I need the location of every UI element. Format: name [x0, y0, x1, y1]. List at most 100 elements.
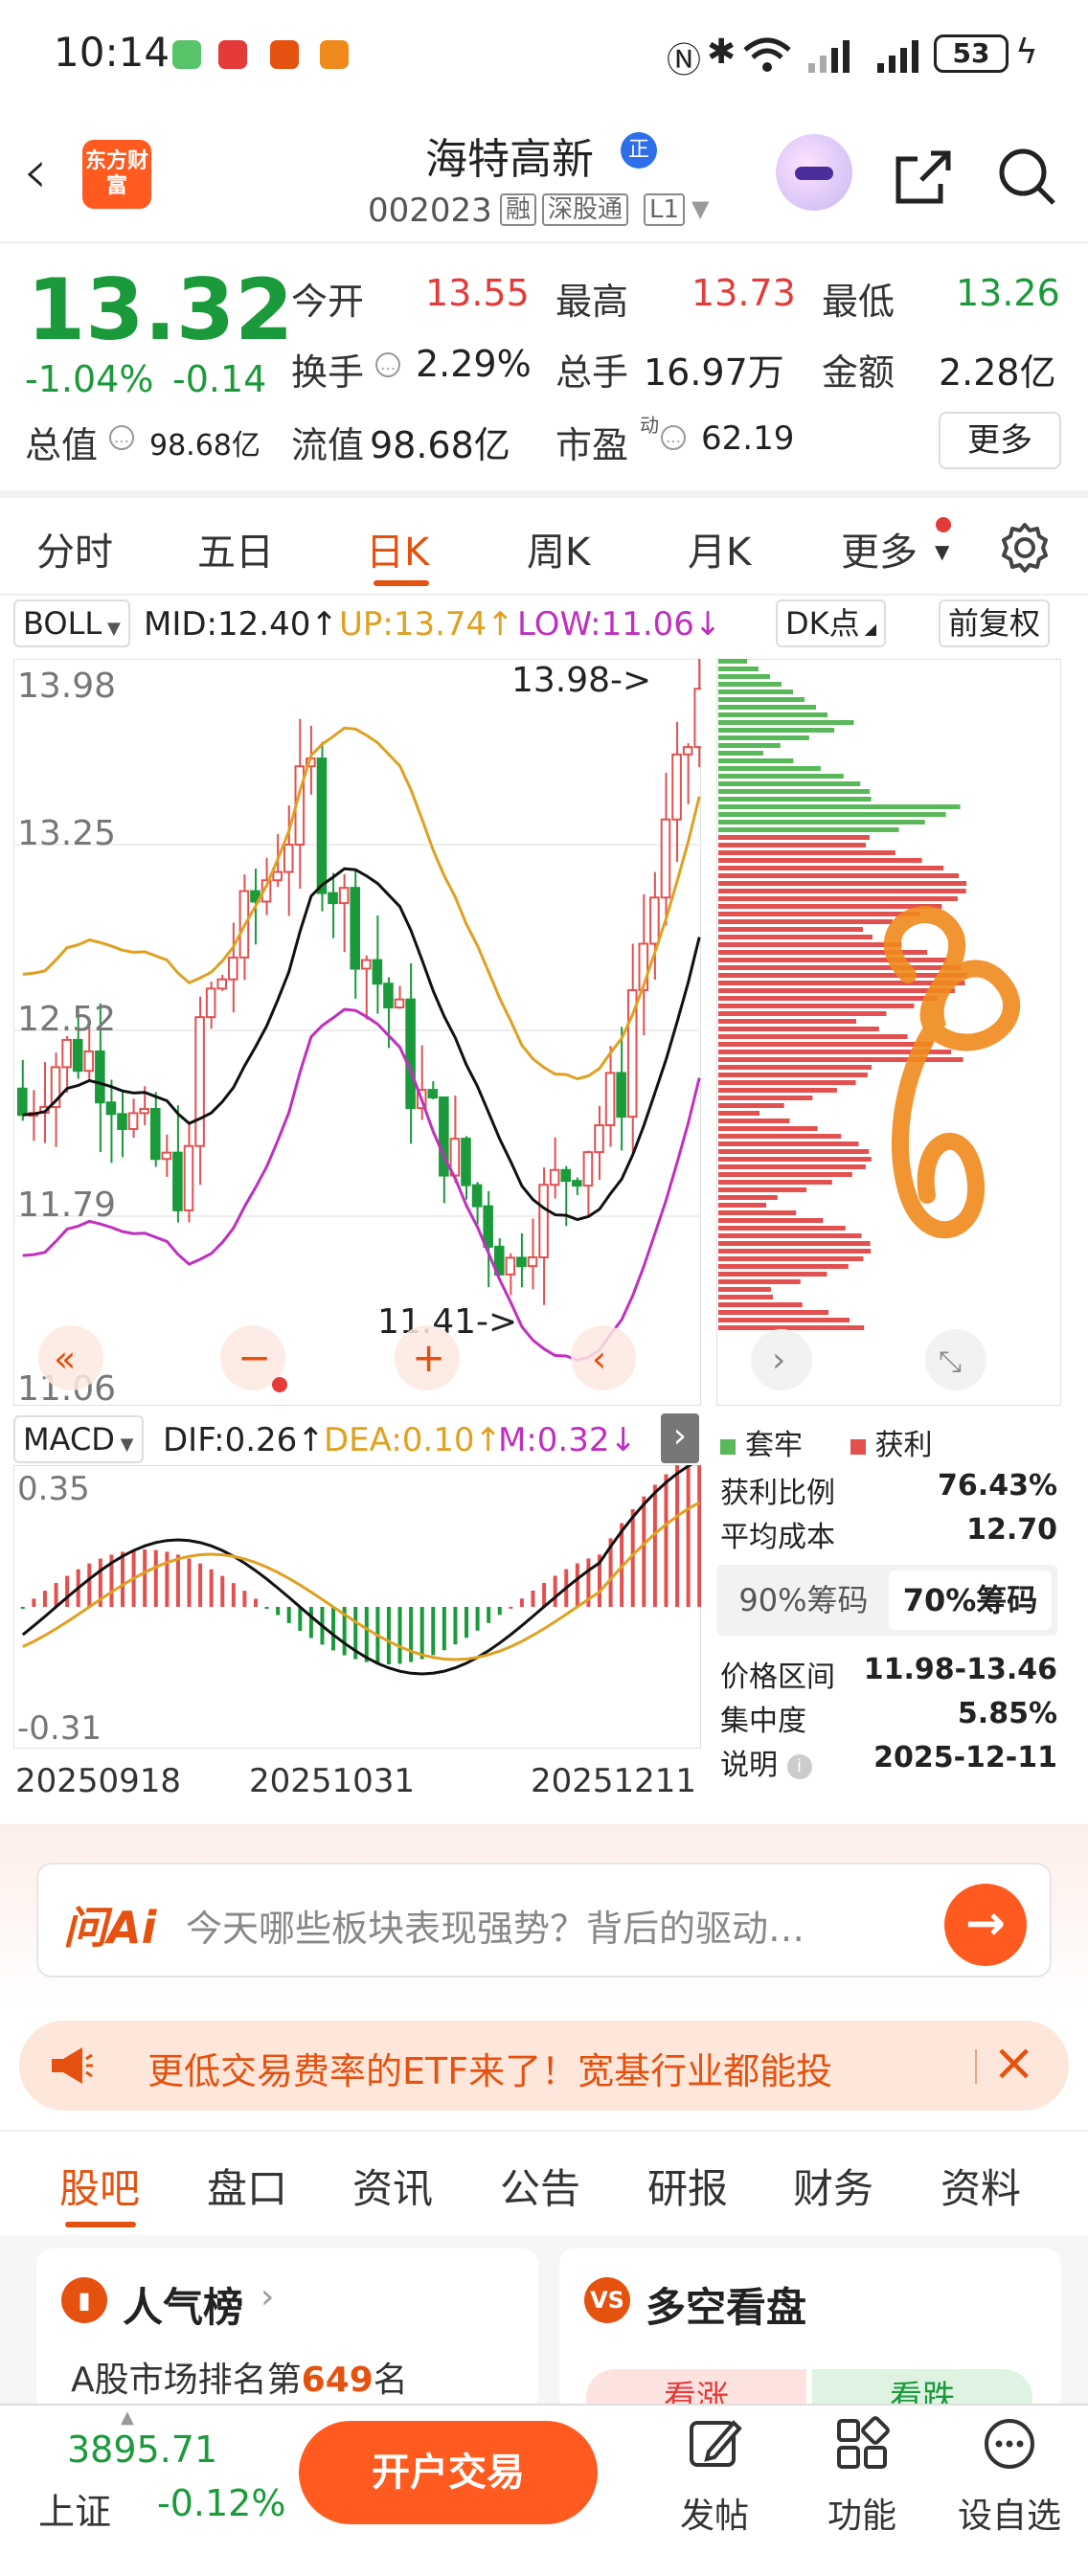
macd-bar — [664, 1474, 669, 1607]
tab-more[interactable]: 更多 — [841, 521, 918, 576]
y-tick: 12.52 — [17, 1000, 116, 1039]
ai-question-input[interactable]: 问Ai 今天哪些板块表现强势？背后的驱动… → — [36, 1863, 1052, 1977]
macd-m: M:0.32↓ — [498, 1421, 637, 1459]
chip-bar — [718, 1004, 915, 1008]
chip-bar — [718, 1111, 760, 1116]
indicator-selector[interactable]: BOLL ▼ — [13, 599, 130, 647]
macd-bar — [165, 1551, 170, 1607]
tab-forum[interactable]: 股吧 — [59, 2157, 140, 2215]
feature-cards: ▮ 人气榜 › A股市场排名第649名 VS 多空看盘 看涨 看跌 — [0, 2235, 1088, 2427]
chip-bar — [718, 1226, 846, 1231]
info-icon[interactable]: i — [786, 1753, 812, 1779]
chip-bar — [718, 1042, 933, 1047]
adjust-button[interactable]: 前复权 — [939, 599, 1051, 647]
chip-bar — [718, 674, 770, 679]
tab-monthly-k[interactable]: 月K — [688, 521, 751, 576]
functions-button[interactable]: 功能 — [805, 2415, 919, 2538]
candle-body — [61, 1038, 72, 1069]
chip-bar — [718, 873, 960, 878]
chip-bar — [718, 774, 844, 779]
candle-body — [538, 1184, 549, 1258]
index-name[interactable]: 上证 — [38, 2482, 111, 2535]
seg-90-button[interactable]: 90%筹码 — [722, 1570, 885, 1630]
more-button[interactable]: 更多 — [939, 412, 1061, 469]
tab-profile[interactable]: 资料 — [941, 2157, 1021, 2215]
dk-point-button[interactable]: DK点 ◢ — [776, 599, 887, 647]
tab-financials[interactable]: 财务 — [793, 2157, 873, 2215]
ai-assistant-avatar[interactable] — [776, 134, 852, 211]
back-icon[interactable]: ‹ — [23, 142, 48, 203]
chip-bar — [718, 1103, 784, 1108]
kline-chart[interactable]: 13.98 13.25 12.52 11.79 11.06 13.98-> 11… — [13, 659, 701, 1406]
legend-trapped: 套牢 — [745, 1429, 803, 1462]
chip-bar — [718, 1218, 824, 1223]
tab-news[interactable]: 资讯 — [352, 2157, 433, 2215]
candle-body — [516, 1256, 527, 1268]
close-icon[interactable]: × — [992, 2032, 1035, 2092]
caret-down-icon: ▼ — [935, 540, 950, 563]
bull-bear-card[interactable]: VS 多空看盘 看涨 看跌 — [559, 2248, 1061, 2427]
tag-margin: 融 — [500, 193, 537, 226]
fullscreen-icon[interactable]: ⤡ — [925, 1329, 986, 1390]
bar-chart-icon: ▮ — [61, 2277, 107, 2323]
candle-body — [161, 1151, 172, 1161]
tab-research[interactable]: 研报 — [647, 2157, 728, 2215]
watchlist-button[interactable]: 设自选 — [952, 2415, 1067, 2538]
tab-announcements[interactable]: 公告 — [500, 2157, 580, 2215]
total-mv-label: 总值 — [25, 424, 99, 466]
tab-intraday[interactable]: 分时 — [36, 521, 113, 576]
chip-bar — [718, 1264, 849, 1269]
macd-name: MACD — [23, 1421, 115, 1457]
chevron-right-icon: › — [261, 2277, 275, 2316]
post-button[interactable]: 发帖 — [657, 2415, 772, 2538]
info-icon[interactable]: … — [661, 425, 686, 450]
popularity-rank: 649 — [301, 2361, 374, 2400]
step-back-button[interactable]: ‹ — [571, 1325, 636, 1390]
candle-body — [693, 688, 701, 749]
expand-right-button[interactable]: › — [751, 1329, 812, 1390]
popularity-card[interactable]: ▮ 人气榜 › A股市场排名第649名 — [36, 2248, 538, 2411]
search-icon[interactable] — [996, 146, 1059, 209]
macd-indicator-bar: MACD ▼ DIF:0.26↑ DEA:0.10↑ M:0.32↓ — [0, 1413, 709, 1465]
chip-bar — [718, 1027, 879, 1031]
chip-distribution-chart[interactable]: › ⤡ — [716, 659, 1061, 1406]
profit-ratio-value: 76.43% — [938, 1469, 1057, 1503]
zoom-in-button[interactable]: + — [395, 1325, 460, 1390]
trade-button[interactable]: 开户交易 — [299, 2421, 598, 2524]
macd-bar — [575, 1563, 579, 1607]
bottom-bar: ▲ 3895.71 上证 -0.12% 开户交易 发帖 功能 设自选 — [0, 2404, 1088, 2576]
candle-body — [471, 1184, 483, 1208]
macd-chart[interactable]: 0.35 -0.31 — [13, 1465, 701, 1749]
wifi-icon — [743, 37, 791, 72]
y-tick: 13.25 — [17, 814, 116, 853]
tab-order-book[interactable]: 盘口 — [207, 2157, 287, 2215]
gear-icon[interactable] — [998, 521, 1052, 575]
chip-bar — [718, 689, 793, 694]
seg-70-button[interactable]: 70%筹码 — [889, 1570, 1052, 1630]
chevron-down-icon[interactable]: ▼ — [691, 195, 709, 222]
share-icon[interactable] — [893, 146, 956, 209]
candle-body — [172, 1151, 183, 1211]
chip-bar — [718, 781, 861, 786]
info-icon[interactable]: … — [109, 425, 134, 450]
candle-body — [616, 1072, 626, 1119]
signal-icon — [808, 40, 850, 73]
index-value[interactable]: 3895.71 — [67, 2429, 217, 2471]
stock-header: ‹ 东方财富 海特高新 正 002023 融 深股通 L1 ▼ — [0, 105, 1088, 239]
candle-body — [117, 1113, 127, 1130]
tab-five-day[interactable]: 五日 — [197, 521, 274, 576]
scroll-left-button[interactable]: « — [38, 1325, 103, 1390]
chip-bar — [718, 835, 870, 840]
app-logo[interactable]: 东方财富 — [82, 140, 151, 209]
macd-bar — [442, 1607, 446, 1651]
tab-weekly-k[interactable]: 周K — [527, 521, 590, 576]
chip-bar — [718, 1149, 870, 1154]
macd-bar — [187, 1558, 192, 1607]
ai-submit-arrow-icon[interactable]: → — [944, 1884, 1027, 1966]
status-bar: 10:14 Ⓝ ✱ 53 ϟ — [0, 0, 1088, 105]
info-icon[interactable]: … — [375, 352, 400, 377]
avg-cost-value: 12.70 — [966, 1513, 1057, 1547]
tab-daily-k[interactable]: 日K — [366, 521, 429, 576]
macd-selector[interactable]: MACD ▼ — [13, 1415, 144, 1463]
promo-banner[interactable]: 更低交易费率的ETF来了！宽基行业都能投 × — [19, 2021, 1069, 2111]
